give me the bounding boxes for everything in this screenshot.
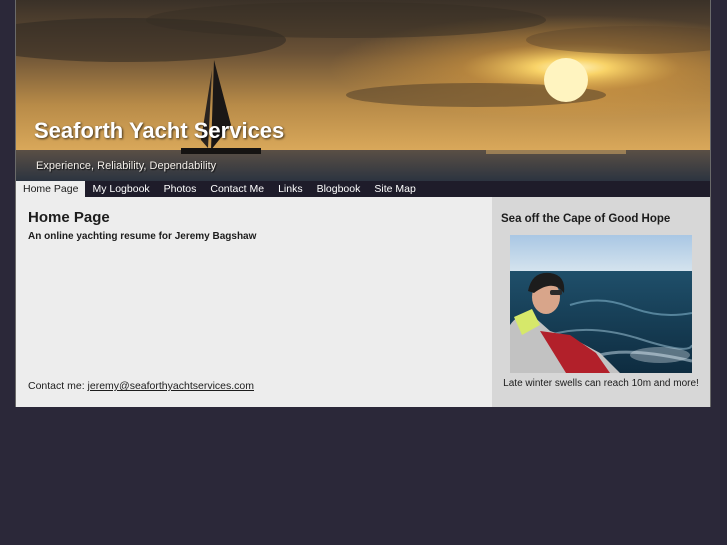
photo-caption: Late winter swells can reach 10m and mor… xyxy=(503,378,699,389)
main-nav: Home Page My Logbook Photos Contact Me L… xyxy=(16,181,710,197)
page-container: Seaforth Yacht Services Experience, Reli… xyxy=(15,0,711,407)
header-banner: Seaforth Yacht Services Experience, Reli… xyxy=(16,0,710,181)
nav-item-blogbook[interactable]: Blogbook xyxy=(310,181,368,197)
nav-item-contact-me[interactable]: Contact Me xyxy=(203,181,271,197)
contact-label: Contact me: xyxy=(28,380,88,392)
sailor-at-sea-photo xyxy=(510,235,692,373)
sidebar: Sea off the Cape of Good Hope Late winte… xyxy=(492,197,710,407)
nav-item-links[interactable]: Links xyxy=(271,181,310,197)
sunset-sailboat-image xyxy=(16,0,710,181)
contact-email-link[interactable]: jeremy@seaforthyachtservices.com xyxy=(88,380,254,392)
sidebar-title: Sea off the Cape of Good Hope xyxy=(501,213,671,225)
site-tagline: Experience, Reliability, Dependability xyxy=(36,160,217,172)
nav-item-my-logbook[interactable]: My Logbook xyxy=(85,181,156,197)
nav-item-photos[interactable]: Photos xyxy=(157,181,204,197)
nav-item-site-map[interactable]: Site Map xyxy=(367,181,422,197)
main-content: Home Page An online yachting resume for … xyxy=(16,197,492,407)
page-title: Home Page xyxy=(28,209,110,226)
nav-item-home-page[interactable]: Home Page xyxy=(16,181,86,197)
site-title[interactable]: Seaforth Yacht Services xyxy=(34,118,284,144)
page-subtitle: An online yachting resume for Jeremy Bag… xyxy=(28,231,257,242)
contact-line: Contact me: jeremy@seaforthyachtservices… xyxy=(28,380,254,392)
